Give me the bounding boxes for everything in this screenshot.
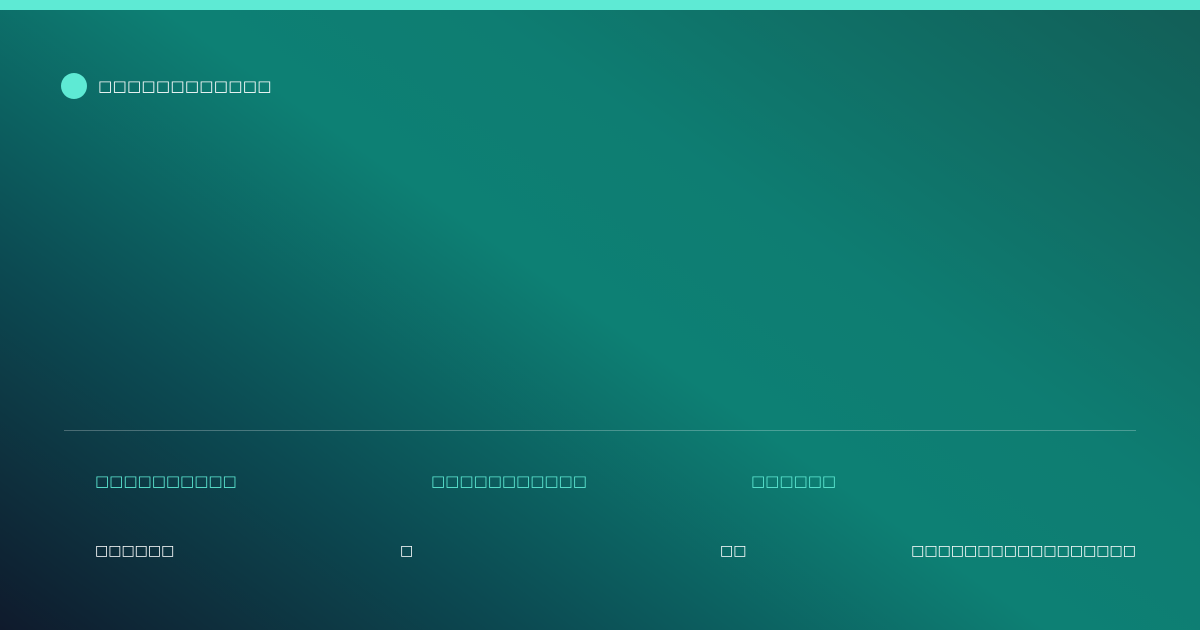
meta-label-3: □□□□□□ [751, 472, 837, 490]
meta-label-2: □□□□□□□□□□□ [431, 472, 587, 490]
meta-value-1: □□□□□□ [95, 543, 175, 559]
brand-dot-icon [61, 73, 87, 99]
brand: □□□□□□□□□□□□ [61, 73, 272, 99]
meta-value-4: □□□□□□□□□□□□□□□□□ [911, 543, 1136, 559]
divider [64, 430, 1136, 431]
brand-name: □□□□□□□□□□□□ [98, 77, 272, 95]
top-accent-bar [0, 0, 1200, 10]
meta-label-1: □□□□□□□□□□ [95, 472, 237, 490]
meta-value-2: □ [400, 543, 414, 559]
meta-value-3: □□ [720, 543, 747, 559]
